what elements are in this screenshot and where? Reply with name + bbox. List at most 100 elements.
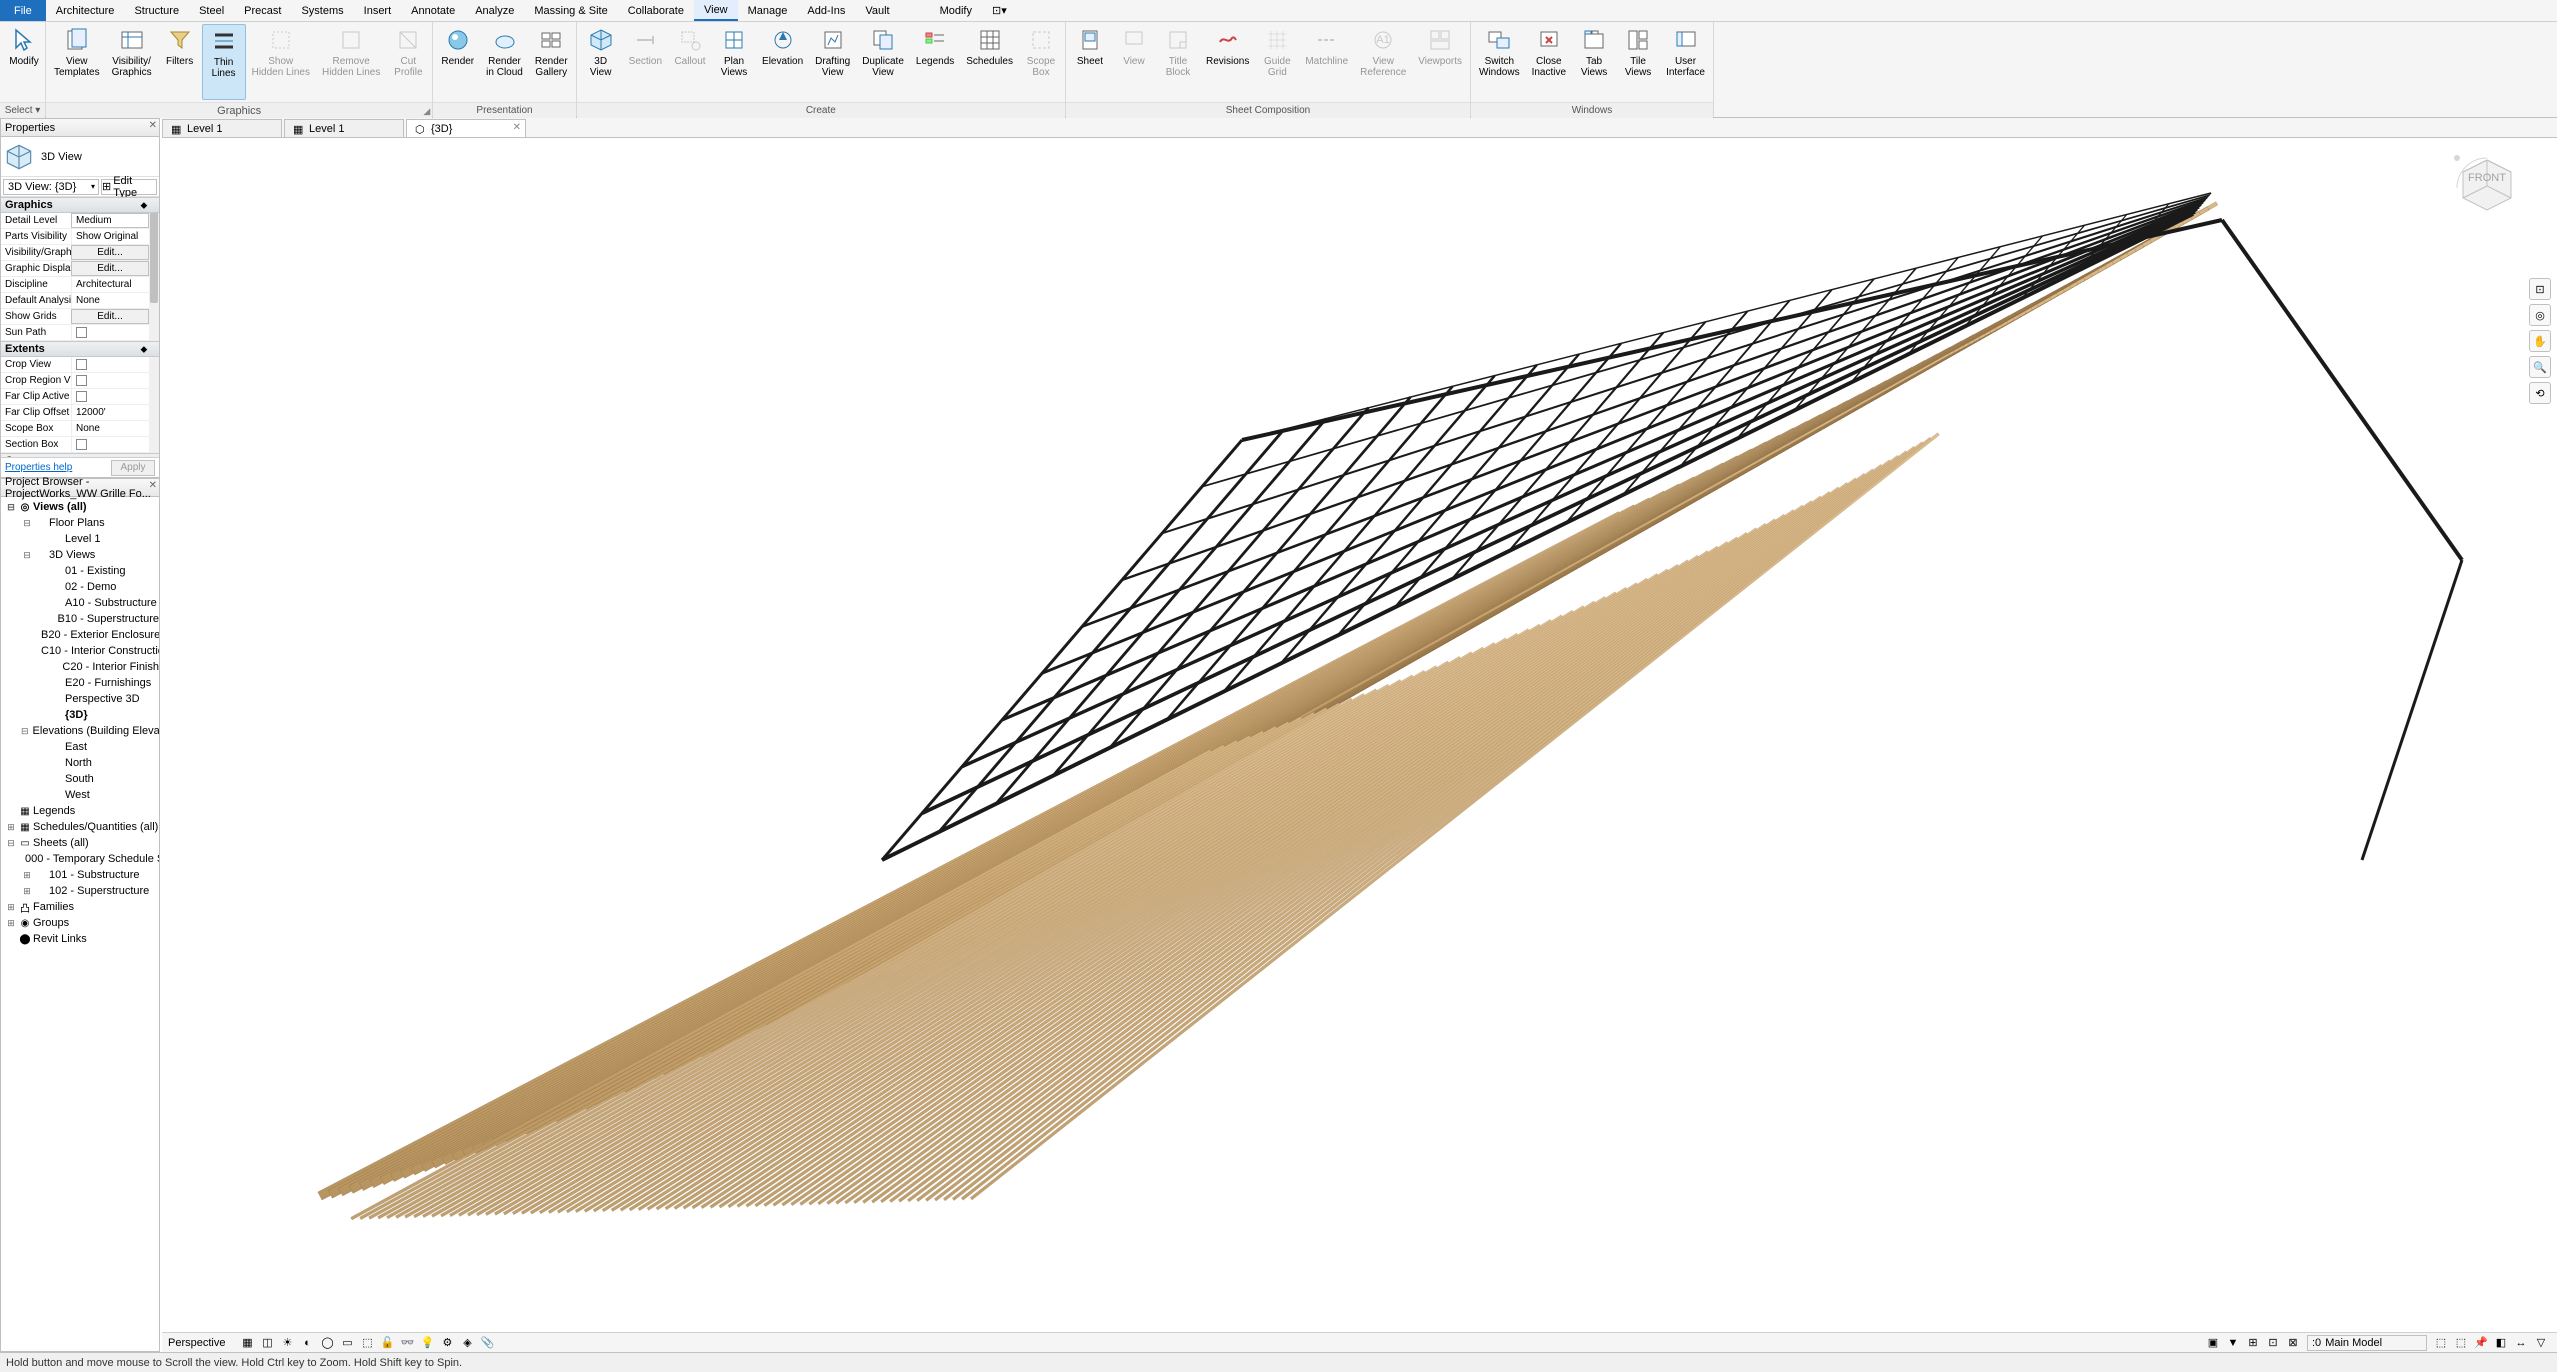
- prop-group-graphics[interactable]: Graphics⬥: [1, 197, 159, 213]
- nav-pan-button[interactable]: ✋: [2529, 330, 2551, 352]
- nav-zoom-button[interactable]: 🔍: [2529, 356, 2551, 378]
- vc-crop-region-icon[interactable]: ⬚: [358, 1335, 376, 1351]
- tree-item[interactable]: East: [1, 739, 159, 755]
- prop-checkbox[interactable]: [71, 357, 149, 372]
- tree-toggle-icon[interactable]: ⊞: [21, 886, 33, 897]
- tree-toggle-icon[interactable]: ⊞: [5, 822, 17, 833]
- instance-selector-dropdown[interactable]: 3D View: {3D}: [3, 179, 99, 195]
- tree-item[interactable]: ⊟▭Sheets (all): [1, 835, 159, 851]
- tree-item[interactable]: ⊞101 - Substructure: [1, 867, 159, 883]
- tab-views-button[interactable]: TabViews: [1572, 24, 1616, 100]
- tree-toggle-icon[interactable]: ⊞: [5, 918, 17, 929]
- prop-group-extents[interactable]: Extents⬥: [1, 341, 159, 357]
- 3d-viewport[interactable]: FRONT ⊡ ◎ ✋ 🔍 ⟲: [162, 138, 2557, 1332]
- doc-tab-2[interactable]: ⬡{3D}✕: [406, 119, 526, 137]
- tree-item[interactable]: ⬤Revit Links: [1, 931, 159, 947]
- prop-value[interactable]: None: [71, 293, 149, 308]
- tree-toggle-icon[interactable]: ⊟: [21, 550, 33, 561]
- menu-annotate[interactable]: Annotate: [401, 0, 465, 21]
- prop-edit-button[interactable]: Edit...: [71, 309, 149, 324]
- vc-select-face-icon[interactable]: ◧: [2492, 1335, 2510, 1351]
- prop-dropdown[interactable]: Medium: [71, 213, 149, 228]
- tree-item[interactable]: ⊟3D Views: [1, 547, 159, 563]
- revisions-button[interactable]: Revisions: [1200, 24, 1255, 100]
- vc-filter-icon[interactable]: ▼: [2224, 1335, 2242, 1351]
- tile-views-button[interactable]: TileViews: [1616, 24, 1660, 100]
- nav-full-button[interactable]: ⊡: [2529, 278, 2551, 300]
- vc-crop-icon[interactable]: ▭: [338, 1335, 356, 1351]
- render-gallery-button[interactable]: RenderGallery: [529, 24, 574, 100]
- menu-view[interactable]: View: [694, 0, 738, 21]
- tree-item[interactable]: Level 1: [1, 531, 159, 547]
- tree-item[interactable]: ⊞102 - Superstructure: [1, 883, 159, 899]
- properties-title-bar[interactable]: Properties ✕: [1, 119, 159, 137]
- menu-file[interactable]: File: [0, 0, 46, 21]
- tree-item[interactable]: B10 - Superstructure: [1, 611, 159, 627]
- prop-checkbox[interactable]: [71, 437, 149, 452]
- vc-visual-style-icon[interactable]: ◫: [258, 1335, 276, 1351]
- vc-select-underlay-icon[interactable]: ⬚: [2452, 1335, 2470, 1351]
- prop-checkbox[interactable]: [71, 389, 149, 404]
- tree-item[interactable]: ⊟Floor Plans: [1, 515, 159, 531]
- menu-architecture[interactable]: Architecture: [46, 0, 125, 21]
- tree-item[interactable]: ▦Legends: [1, 803, 159, 819]
- project-browser-title-bar[interactable]: Project Browser - ProjectWorks_WW Grille…: [1, 479, 159, 497]
- menu-systems[interactable]: Systems: [291, 0, 353, 21]
- menu-collaborate[interactable]: Collaborate: [618, 0, 694, 21]
- tree-item[interactable]: ⊟◎Views (all): [1, 499, 159, 515]
- tree-item[interactable]: ⊞◉Groups: [1, 915, 159, 931]
- menu-addins[interactable]: Add-Ins: [797, 0, 855, 21]
- doc-tab-0[interactable]: ▦Level 1: [162, 119, 282, 137]
- tree-item[interactable]: South: [1, 771, 159, 787]
- close-inactive-button[interactable]: CloseInactive: [1526, 24, 1572, 100]
- tree-toggle-icon[interactable]: ⊟: [21, 518, 33, 529]
- prop-value[interactable]: Show Original: [71, 229, 149, 244]
- properties-apply-button[interactable]: Apply: [111, 460, 155, 476]
- render-cloud-button[interactable]: Renderin Cloud: [480, 24, 529, 100]
- menu-massingsite[interactable]: Massing & Site: [524, 0, 617, 21]
- nav-orbit-button[interactable]: ⟲: [2529, 382, 2551, 404]
- tree-toggle-icon[interactable]: ⊞: [21, 870, 33, 881]
- tree-item[interactable]: A10 - Substructure: [1, 595, 159, 611]
- project-browser-close-icon[interactable]: ✕: [149, 480, 157, 491]
- tree-item[interactable]: {3D}: [1, 707, 159, 723]
- properties-help-link[interactable]: Properties help: [5, 462, 72, 473]
- view-cube[interactable]: FRONT: [2447, 148, 2527, 228]
- menu-steel[interactable]: Steel: [189, 0, 234, 21]
- tree-item[interactable]: 02 - Demo: [1, 579, 159, 595]
- tree-toggle-icon[interactable]: ⊟: [5, 502, 17, 513]
- menu-manage[interactable]: Manage: [738, 0, 798, 21]
- tree-item[interactable]: ⊞▦Schedules/Quantities (all): [1, 819, 159, 835]
- vc-unlocked-icon[interactable]: 🔓: [378, 1335, 396, 1351]
- vc-detail-level-icon[interactable]: ▦: [238, 1335, 256, 1351]
- tree-toggle-icon[interactable]: ⊟: [21, 726, 29, 737]
- view-templates-button[interactable]: ViewTemplates: [48, 24, 106, 100]
- menu-analyze[interactable]: Analyze: [465, 0, 524, 21]
- switch-windows-button[interactable]: SwitchWindows: [1473, 24, 1526, 100]
- user-interface-button[interactable]: UserInterface: [1660, 24, 1711, 100]
- vc-analytical-icon[interactable]: ◈: [458, 1335, 476, 1351]
- tab-close-icon[interactable]: ✕: [513, 122, 521, 133]
- tree-item[interactable]: 000 - Temporary Schedule Sheet: [1, 851, 159, 867]
- vc-sun-path-icon[interactable]: ☀: [278, 1335, 296, 1351]
- prop-checkbox[interactable]: [71, 325, 149, 340]
- tree-item[interactable]: North: [1, 755, 159, 771]
- thin-lines-button[interactable]: ThinLines: [202, 24, 246, 100]
- render-button[interactable]: Render: [435, 24, 480, 100]
- prop-value[interactable]: None: [71, 421, 149, 436]
- graphics-panel-expand[interactable]: ◢: [423, 103, 430, 119]
- menu-precast[interactable]: Precast: [234, 0, 291, 21]
- properties-scrollbar[interactable]: [149, 197, 159, 457]
- sheet-button[interactable]: Sheet: [1068, 24, 1112, 100]
- tree-item[interactable]: Perspective 3D: [1, 691, 159, 707]
- vc-options2-icon[interactable]: ⊡: [2264, 1335, 2282, 1351]
- menu-vault[interactable]: Vault: [855, 0, 899, 21]
- plan-views-button[interactable]: PlanViews: [712, 24, 756, 100]
- vc-reveal-hidden-icon[interactable]: 💡: [418, 1335, 436, 1351]
- prop-edit-button[interactable]: Edit...: [71, 261, 149, 276]
- tree-item[interactable]: ⊞凸Families: [1, 899, 159, 915]
- duplicate-view-button[interactable]: DuplicateView: [856, 24, 910, 100]
- schedules-button[interactable]: Schedules: [960, 24, 1019, 100]
- prop-value[interactable]: 12000': [71, 405, 149, 420]
- vc-last-icon[interactable]: ▽: [2532, 1335, 2550, 1351]
